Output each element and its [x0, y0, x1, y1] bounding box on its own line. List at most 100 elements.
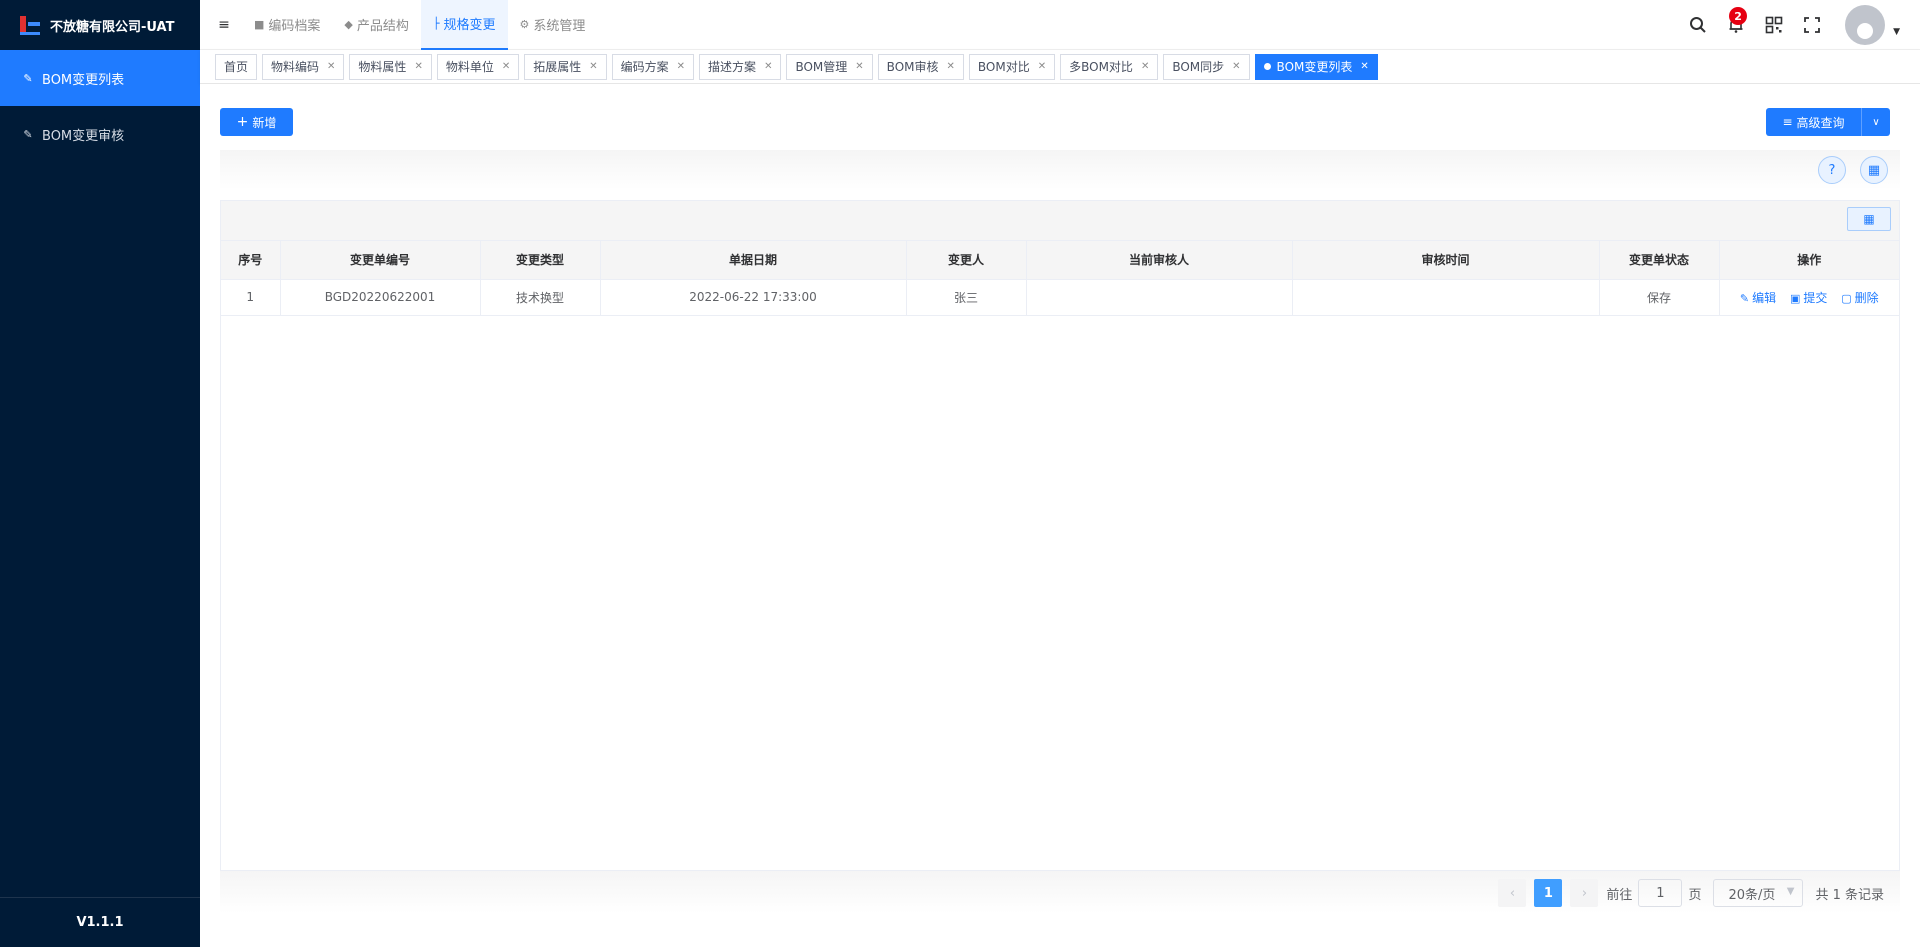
tag-bom-management[interactable]: BOM管理 ✕ — [786, 53, 873, 80]
close-icon[interactable]: ✕ — [677, 61, 685, 72]
sidebar-item-label: BOM变更审核 — [42, 128, 125, 144]
next-page-icon[interactable]: › — [1570, 879, 1599, 907]
app-version: V1.1.1 — [0, 897, 200, 947]
column-header: 变更单编号 — [280, 241, 481, 280]
total-records: 共 1 条记录 — [1815, 887, 1884, 903]
page-suffix: 页 — [1688, 887, 1702, 903]
tab-product-structure[interactable]: ◆ 产品结构 — [332, 0, 420, 50]
close-icon[interactable]: ✕ — [1232, 61, 1240, 72]
close-icon[interactable]: ✕ — [1141, 61, 1149, 72]
column-settings-icon[interactable]: ▦ — [1847, 207, 1891, 231]
help-icon[interactable]: ? — [1818, 156, 1846, 184]
export-icon[interactable]: ▦ — [1860, 156, 1888, 184]
table-header-row: 序号 变更单编号 变更类型 单据日期 变更人 当前审核人 审核时间 变更单状态 … — [221, 241, 1899, 280]
tag-material-code[interactable]: 物料编码 ✕ — [262, 53, 345, 80]
close-icon[interactable]: ✕ — [589, 61, 597, 72]
sidebar-item-label: BOM变更列表 — [42, 72, 125, 88]
active-dot-icon — [1263, 63, 1271, 70]
app-logo[interactable]: 不放糖有限公司-UAT — [0, 0, 200, 50]
add-button[interactable]: + 新增 — [220, 108, 293, 136]
close-icon[interactable]: ✕ — [764, 61, 772, 72]
close-icon[interactable]: ✕ — [855, 61, 863, 72]
tag-bom-sync[interactable]: BOM同步 ✕ — [1163, 53, 1250, 80]
qrcode-icon[interactable] — [1755, 0, 1793, 50]
edit-doc-icon: ✎ — [23, 127, 33, 141]
close-icon[interactable]: ✕ — [1360, 61, 1368, 72]
tab-label: 系统管理 — [533, 19, 586, 34]
trash-icon: ▢ — [1841, 291, 1852, 305]
caret-down-icon: ▼ — [1786, 886, 1795, 897]
company-logo-icon — [18, 14, 42, 36]
save-icon: ▣ — [1789, 291, 1801, 305]
tag-bom-review[interactable]: BOM审核 ✕ — [877, 53, 964, 80]
bell-icon[interactable]: 2 — [1717, 0, 1755, 50]
column-header: 变更单状态 — [1599, 241, 1720, 280]
tag-label: BOM同步 — [1172, 60, 1225, 74]
tag-extended-attribute[interactable]: 拓展属性 ✕ — [524, 53, 607, 80]
page-number-current[interactable]: 1 — [1534, 879, 1563, 907]
delete-button[interactable]: ▢ 删除 — [1841, 291, 1878, 305]
column-header: 变更类型 — [480, 241, 601, 280]
add-button-label: 新增 — [252, 115, 277, 130]
search-icon[interactable] — [1679, 0, 1717, 50]
edit-label: 编辑 — [1752, 290, 1777, 305]
pagination-bar: ‹ 1 › 前往 1 页 20条/页 ▼ 共 1 条记录 — [220, 871, 1900, 913]
advanced-query-split-button: ≡ 高级查询 ∨ — [1766, 108, 1890, 136]
avatar[interactable] — [1845, 5, 1886, 45]
fullscreen-icon[interactable] — [1793, 0, 1831, 50]
tag-bom-compare[interactable]: BOM对比 ✕ — [968, 53, 1056, 80]
sidebar-item-bom-change-list[interactable]: ✎ BOM变更列表 — [0, 50, 200, 106]
tag-material-unit[interactable]: 物料单位 ✕ — [436, 53, 520, 80]
caret-down-icon[interactable]: ▼ — [1893, 27, 1900, 37]
column-header: 单据日期 — [600, 241, 907, 280]
gear-icon: ⚙ — [519, 18, 530, 31]
tag-description-scheme[interactable]: 描述方案 ✕ — [699, 53, 782, 80]
tab-code-archive[interactable]: ■ 编码档案 — [242, 0, 332, 50]
user-menu[interactable]: ▼ — [1831, 5, 1900, 45]
goto-page-input[interactable]: 1 — [1638, 879, 1683, 907]
plus-icon: + — [236, 114, 249, 130]
cell-review-time — [1292, 279, 1600, 316]
tag-label: 物料编码 — [271, 60, 320, 74]
table-row[interactable]: 1 BGD20220622001 技术换型 2022-06-22 17:33:0… — [221, 279, 1899, 316]
delete-label: 删除 — [1854, 290, 1879, 305]
page-size-value: 20条/页 — [1728, 887, 1776, 903]
prev-page-icon[interactable]: ‹ — [1498, 879, 1527, 907]
data-table: ▦ 序号 变更单编号 变更类型 单据日期 变更人 当前审核人 审核时间 变更单状… — [220, 200, 1900, 871]
tag-multi-bom-compare[interactable]: 多BOM对比 ✕ — [1060, 53, 1159, 80]
advanced-query-button[interactable]: ≡ 高级查询 — [1766, 108, 1862, 136]
tab-spec-change[interactable]: ├ 规格变更 — [420, 0, 508, 50]
tag-label: BOM对比 — [977, 60, 1030, 74]
menu-fold-icon[interactable]: ≡ — [206, 0, 242, 50]
tag-label: 拓展属性 — [533, 60, 582, 74]
submit-label: 提交 — [1803, 290, 1828, 305]
chevron-down-icon[interactable]: ∨ — [1862, 108, 1890, 136]
cell-changer: 张三 — [906, 279, 1027, 316]
edit-button[interactable]: ✎ 编辑 — [1740, 291, 1776, 305]
filter-icon: ≡ — [1782, 115, 1793, 129]
tag-material-attribute[interactable]: 物料属性 ✕ — [349, 53, 432, 80]
tag-bom-change-list[interactable]: BOM变更列表 ✕ — [1254, 53, 1378, 80]
close-icon[interactable]: ✕ — [1038, 61, 1046, 72]
close-icon[interactable]: ✕ — [327, 61, 335, 72]
close-icon[interactable]: ✕ — [502, 61, 510, 72]
tag-coding-scheme[interactable]: 编码方案 ✕ — [611, 53, 695, 80]
tag-label: BOM变更列表 — [1276, 60, 1353, 74]
close-icon[interactable]: ✕ — [414, 61, 422, 72]
tag-label: 物料属性 — [358, 60, 407, 74]
tag-home[interactable]: 首页 — [215, 53, 258, 80]
tag-label: 物料单位 — [445, 60, 494, 74]
cell-code: BGD20220622001 — [280, 279, 481, 316]
notification-badge: 2 — [1729, 7, 1748, 25]
close-icon[interactable]: ✕ — [947, 61, 955, 72]
submit-button[interactable]: ▣ 提交 — [1790, 291, 1827, 305]
tag-label: BOM审核 — [886, 60, 939, 74]
page-size-select[interactable]: 20条/页 ▼ — [1713, 879, 1804, 907]
sidebar-item-bom-change-review[interactable]: ✎ BOM变更审核 — [0, 106, 200, 162]
tab-system-management[interactable]: ⚙ 系统管理 — [508, 0, 598, 50]
goto-label: 前往 — [1606, 887, 1633, 903]
tab-label: 产品结构 — [356, 19, 409, 34]
tags-view: 首页 物料编码 ✕ 物料属性 ✕ 物料单位 ✕ 拓展属性 ✕ 编码方案 ✕ 描述方案 ✕ B… — [200, 50, 1920, 84]
column-header: 操作 — [1719, 241, 1899, 280]
cell-date: 2022-06-22 17:33:00 — [600, 279, 907, 316]
